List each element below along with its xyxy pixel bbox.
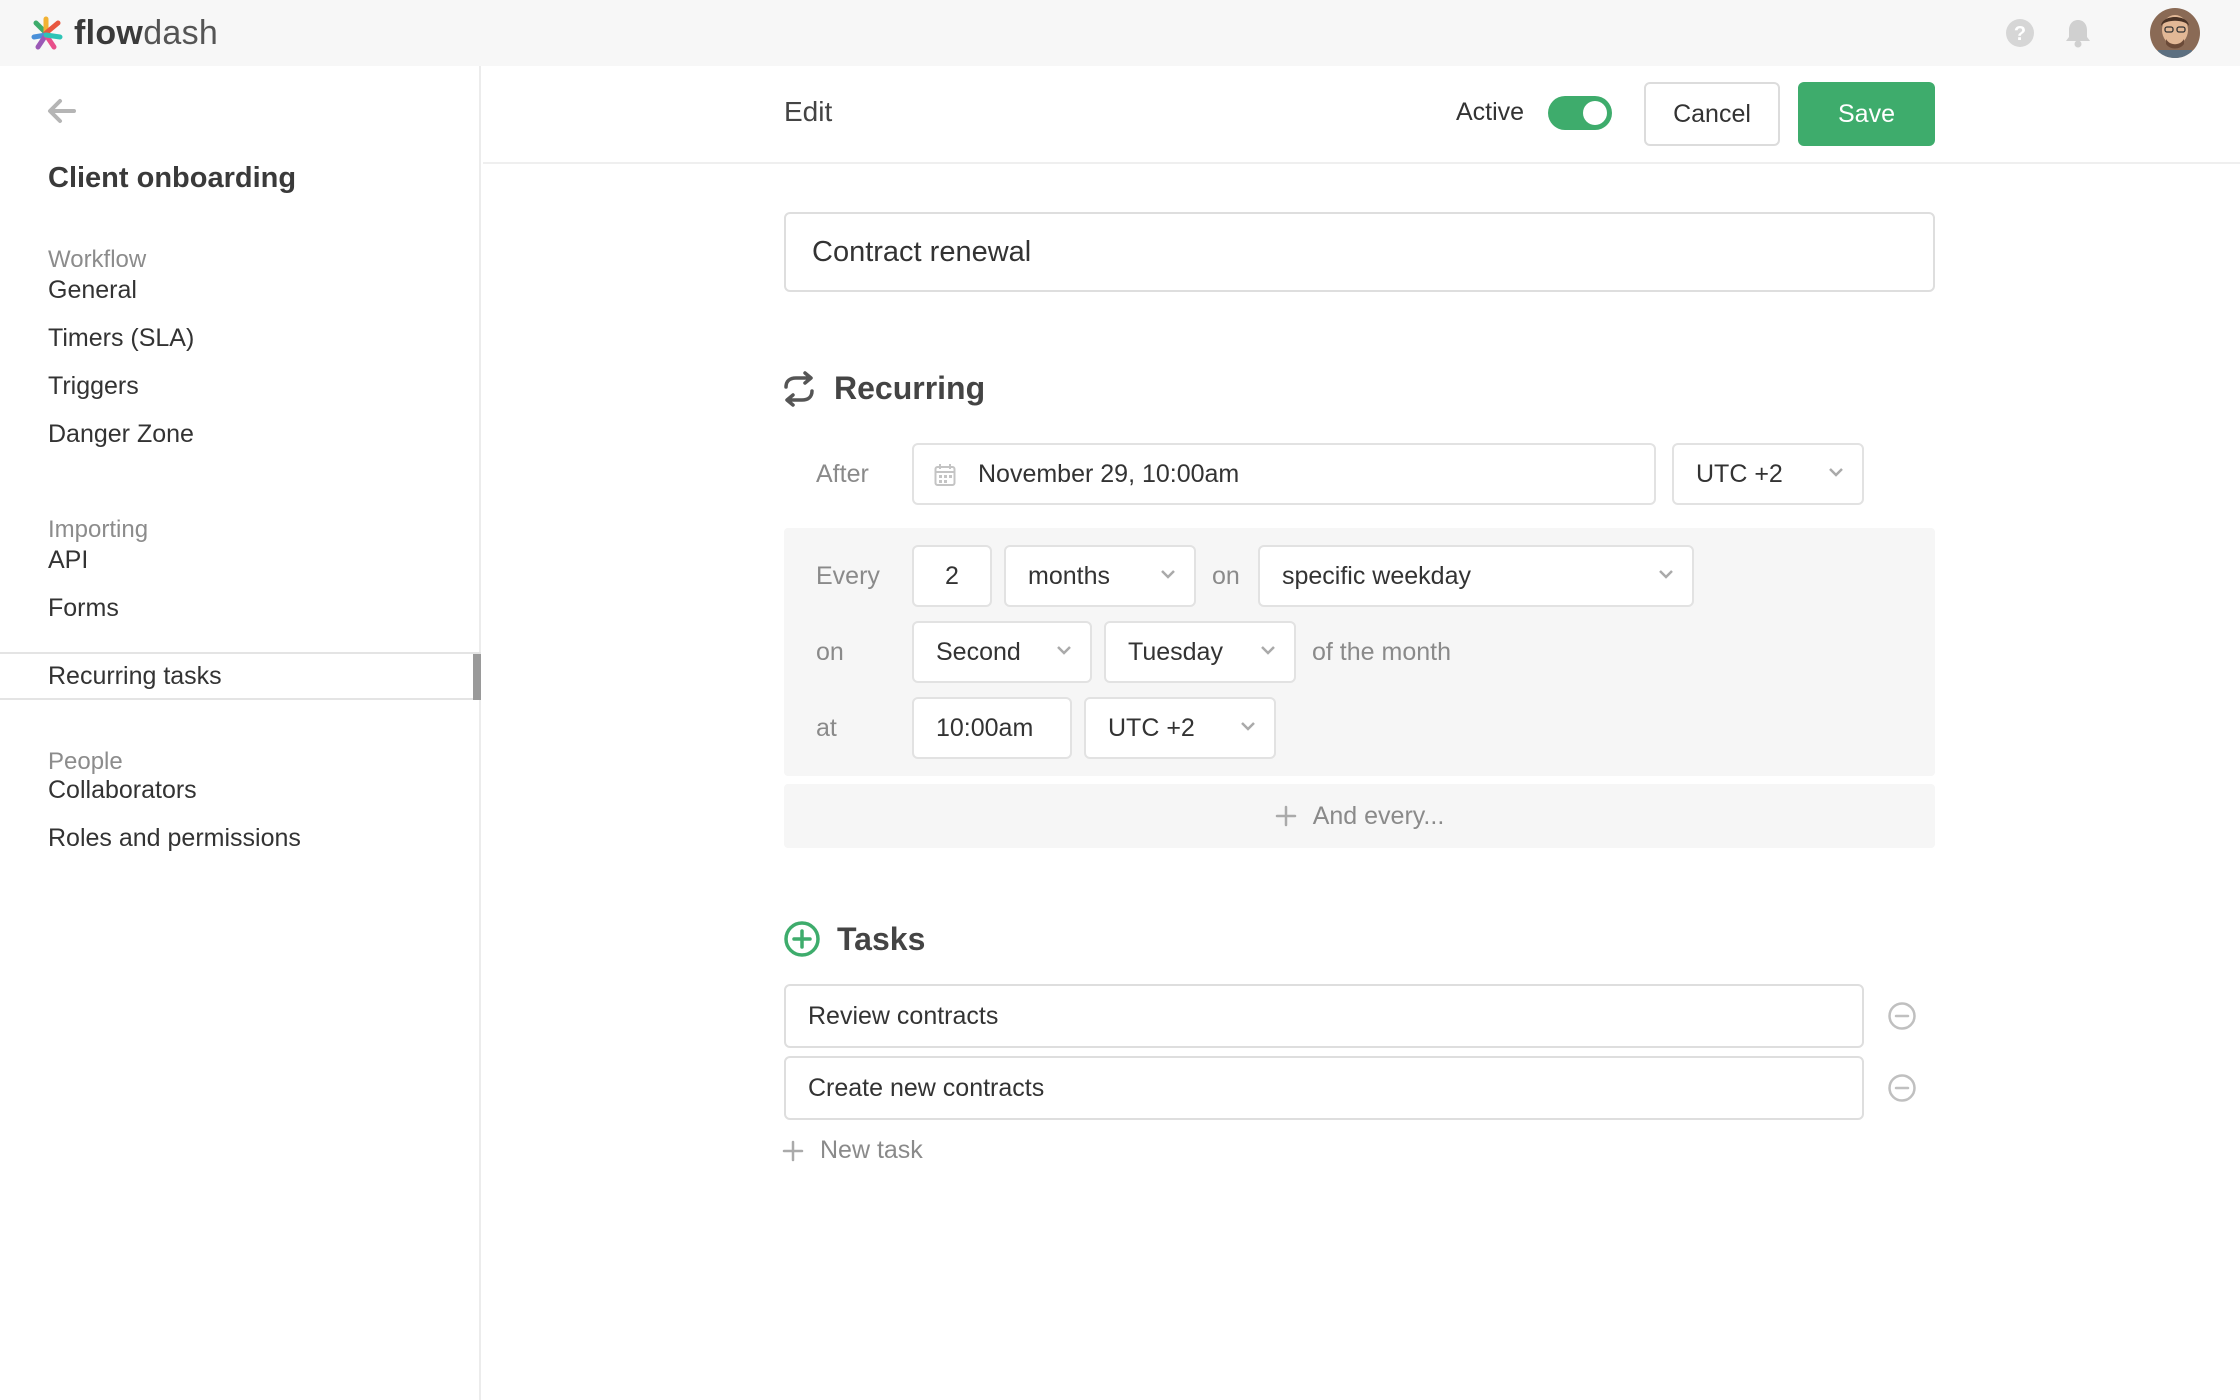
active-label: Active: [1456, 98, 1525, 126]
after-timezone-select[interactable]: UTC +2: [1672, 443, 1864, 505]
sidebar-item-timers[interactable]: Timers (SLA): [0, 314, 481, 362]
every-count-value: 2: [945, 561, 959, 590]
add-circle-icon[interactable]: [783, 920, 821, 958]
logo-text: flowdash: [74, 14, 218, 53]
top-bar: flowdash ?: [0, 0, 2240, 66]
and-every-button[interactable]: And every...: [784, 784, 1935, 848]
chevron-down-icon: [1261, 646, 1275, 655]
cancel-button[interactable]: Cancel: [1644, 82, 1780, 146]
chevron-down-icon: [1659, 570, 1673, 579]
and-every-label: And every...: [1312, 801, 1445, 830]
weekday-value: Tuesday: [1128, 637, 1223, 666]
at-time-value: 10:00am: [936, 713, 1034, 742]
sidebar-item-roles[interactable]: Roles and permissions: [0, 814, 481, 862]
sidebar-item-general[interactable]: General: [0, 266, 481, 314]
weekday-select[interactable]: Tuesday: [1104, 621, 1296, 683]
logo-text-bold: flow: [74, 14, 144, 52]
of-month-label: of the month: [1312, 638, 1451, 666]
on-label: on: [1212, 562, 1240, 590]
toggle-knob: [1583, 101, 1607, 125]
after-date-field[interactable]: November 29, 10:00am: [912, 443, 1656, 505]
recurring-heading-text: Recurring: [834, 370, 986, 406]
repeat-icon: [784, 370, 814, 407]
after-label: After: [816, 460, 869, 488]
workflow-title: Client onboarding: [48, 162, 297, 194]
avatar[interactable]: [2150, 8, 2200, 58]
at-label: at: [816, 714, 837, 742]
tasks-heading-text: Tasks: [837, 920, 926, 957]
ordinal-select[interactable]: Second: [912, 621, 1092, 683]
flowdash-logo[interactable]: flowdash: [28, 14, 218, 53]
tasks-heading: Tasks: [783, 920, 925, 958]
chevron-down-icon: [1057, 646, 1071, 655]
every-count-input[interactable]: 2: [912, 545, 992, 607]
plus-icon: [1275, 805, 1296, 827]
task-input[interactable]: Create new contracts: [784, 1056, 1864, 1120]
new-task-button[interactable]: New task: [782, 1136, 923, 1165]
every-unit-value: months: [1028, 561, 1110, 590]
at-timezone-select[interactable]: UTC +2: [1084, 697, 1276, 759]
sidebar-item-triggers[interactable]: Triggers: [0, 362, 481, 410]
at-timezone-value: UTC +2: [1108, 713, 1195, 742]
help-circle-icon[interactable]: ?: [2004, 17, 2036, 49]
sidebar-item-forms[interactable]: Forms: [0, 584, 481, 632]
recurring-heading: Recurring: [780, 370, 985, 407]
save-button[interactable]: Save: [1798, 82, 1935, 146]
page-title: Edit: [784, 96, 833, 127]
on-mode-select[interactable]: specific weekday: [1258, 545, 1694, 607]
edit-header: Edit Active Cancel Save: [483, 66, 2240, 164]
on-mode-value: specific weekday: [1282, 561, 1471, 590]
after-timezone-value: UTC +2: [1696, 459, 1783, 488]
new-task-label: New task: [820, 1136, 923, 1164]
sidebar-item-danger-zone[interactable]: Danger Zone: [0, 410, 481, 458]
recurring-name-input[interactable]: Contract renewal: [784, 212, 1935, 292]
sidebar-item-collaborators[interactable]: Collaborators: [0, 766, 481, 814]
at-time-input[interactable]: 10:00am: [912, 697, 1072, 759]
svg-text:?: ?: [2014, 23, 2026, 45]
task-input[interactable]: Review contracts: [784, 984, 1864, 1048]
bell-icon[interactable]: [2062, 17, 2094, 49]
ordinal-value: Second: [936, 637, 1021, 666]
sidebar-item-api[interactable]: API: [0, 536, 481, 584]
after-date-value: November 29, 10:00am: [978, 459, 1240, 488]
chevron-down-icon: [1241, 722, 1255, 731]
remove-task-icon[interactable]: [1887, 1073, 1917, 1103]
every-unit-select[interactable]: months: [1004, 545, 1196, 607]
sidebar: Client onboarding Workflow General Timer…: [0, 66, 481, 1400]
on-weekday-label: on: [816, 638, 844, 666]
remove-task-icon[interactable]: [1887, 1001, 1917, 1031]
logo-text-light: dash: [143, 14, 219, 52]
back-arrow-icon[interactable]: [46, 98, 78, 126]
chevron-down-icon: [1829, 468, 1843, 477]
sidebar-item-recurring-tasks[interactable]: Recurring tasks: [0, 652, 481, 700]
calendar-icon: [934, 464, 956, 486]
every-label: Every: [816, 562, 880, 590]
active-toggle[interactable]: [1548, 96, 1612, 130]
plus-icon: [782, 1140, 804, 1161]
chevron-down-icon: [1161, 570, 1175, 579]
logo-icon: [31, 16, 63, 49]
